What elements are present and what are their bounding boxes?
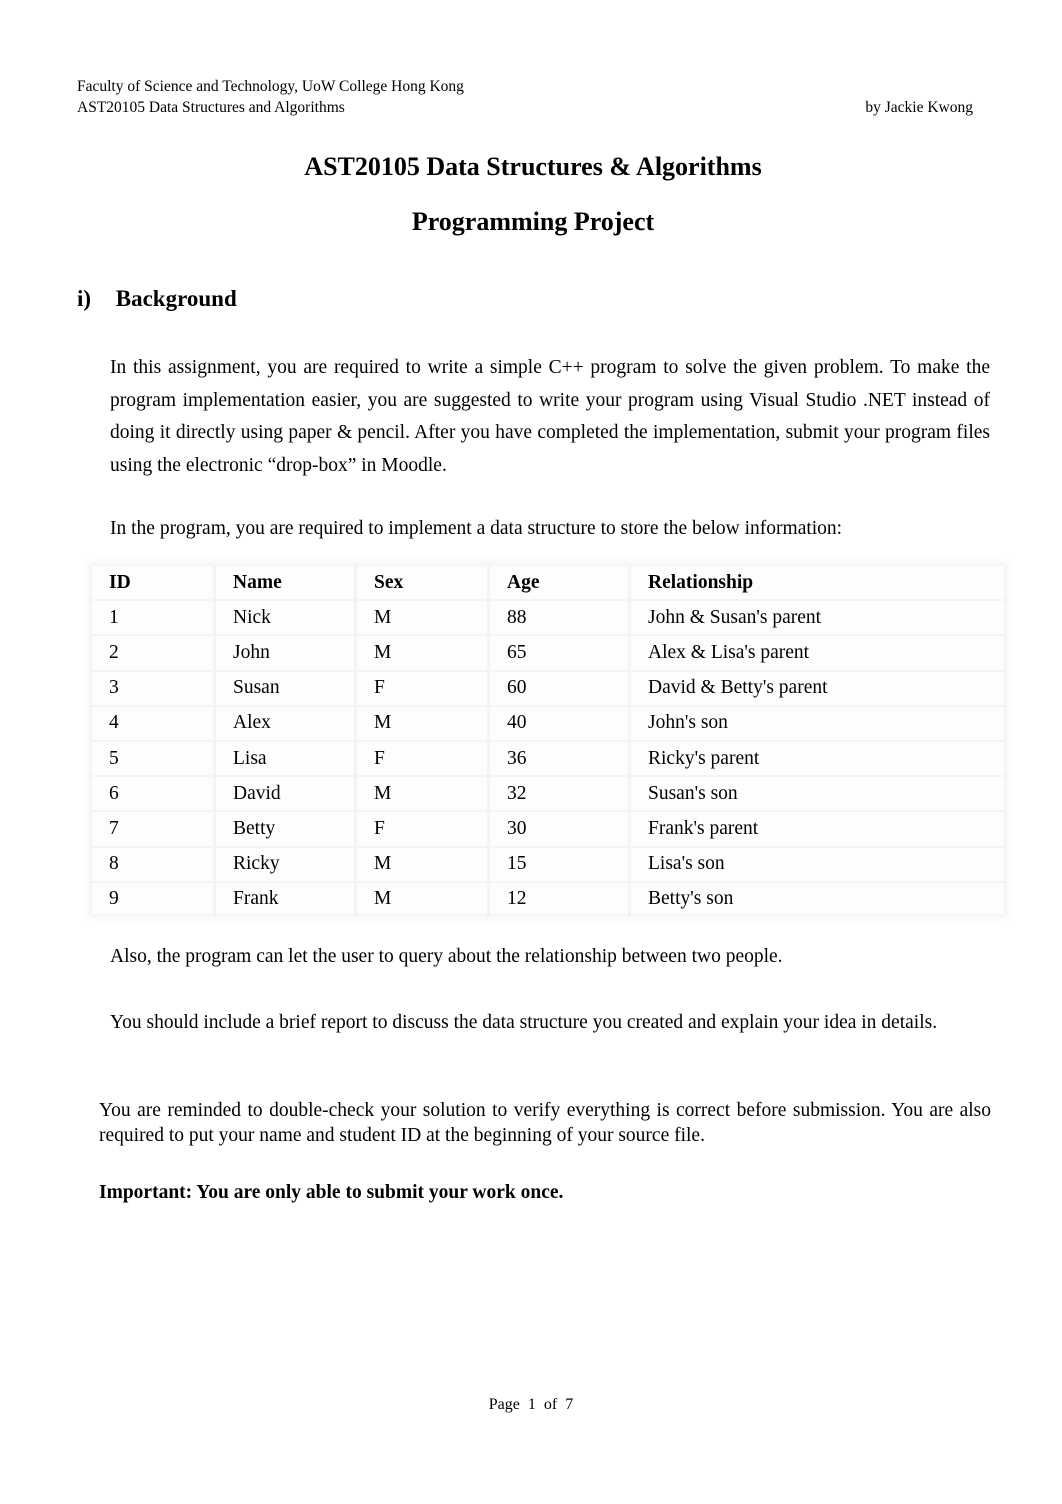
cell-name: Alex (215, 706, 356, 741)
page-header: Faculty of Science and Technology, UoW C… (77, 76, 973, 118)
cell-relationship: David & Betty's parent (630, 671, 1005, 706)
cell-age: 40 (489, 706, 630, 741)
family-table: ID Name Sex Age Relationship 1 Nick M 88 Joh… (92, 566, 1004, 914)
cell-id: 9 (92, 882, 215, 916)
cell-name: Frank (215, 882, 356, 916)
column-header-sex: Sex (356, 566, 489, 600)
cell-sex: M (356, 776, 489, 811)
cell-id: 7 (92, 811, 215, 846)
cell-sex: F (356, 811, 489, 846)
cell-id: 4 (92, 706, 215, 741)
cell-id: 5 (92, 741, 215, 776)
cell-id: 6 (92, 776, 215, 811)
cell-relationship: Frank's parent (630, 811, 1005, 846)
column-header-id: ID (92, 566, 215, 600)
cell-sex: M (356, 847, 489, 882)
table-row: 9 Frank M 12 Betty's son (92, 882, 1004, 916)
cell-id: 3 (92, 671, 215, 706)
section-heading: i) Background (77, 286, 237, 312)
cell-sex: M (356, 882, 489, 916)
cell-age: 60 (489, 671, 630, 706)
cell-name: Nick (215, 600, 356, 635)
important-notice: Important: You are only able to submit y… (99, 1182, 564, 1203)
author-name: by Jackie Kwong (865, 99, 973, 116)
cell-id: 2 (92, 635, 215, 670)
cell-name: Ricky (215, 847, 356, 882)
table-row: 8 Ricky M 15 Lisa's son (92, 847, 1004, 882)
cell-relationship: Alex & Lisa's parent (630, 635, 1005, 670)
cell-age: 15 (489, 847, 630, 882)
cell-sex: F (356, 671, 489, 706)
cell-age: 32 (489, 776, 630, 811)
table-intro-paragraph: In the program, you are required to impl… (110, 518, 843, 539)
table-row: 4 Alex M 40 John's son (92, 706, 1004, 741)
section-title: Background (115, 286, 237, 311)
cell-relationship: John & Susan's parent (630, 600, 1005, 635)
table-row: 1 Nick M 88 John & Susan's parent (92, 600, 1004, 635)
table-header-row: ID Name Sex Age Relationship (92, 566, 1004, 600)
table-row: 7 Betty F 30 Frank's parent (92, 811, 1004, 846)
cell-id: 8 (92, 847, 215, 882)
reminder-paragraph: You are reminded to double-check your so… (99, 1100, 991, 1146)
table-row: 3 Susan F 60 David & Betty's parent (92, 671, 1004, 706)
course-name: AST20105 Data Structures and Algorithms (77, 99, 345, 116)
column-header-age: Age (489, 566, 630, 600)
section-number: i) (77, 286, 92, 311)
report-paragraph: You should include a brief report to dis… (110, 1012, 938, 1033)
cell-sex: M (356, 635, 489, 670)
cell-age: 12 (489, 882, 630, 916)
cell-relationship: Betty's son (648, 888, 734, 910)
cell-sex: M (356, 600, 489, 635)
cell-name: Lisa (215, 741, 356, 776)
cell-relationship: Lisa's son (630, 847, 1005, 882)
cell-sex: M (356, 706, 489, 741)
column-header-name: Name (215, 566, 356, 600)
cell-age: 30 (489, 811, 630, 846)
cell-name: Susan (215, 671, 356, 706)
cell-relationship: Ricky's parent (630, 741, 1005, 776)
cell-name: Betty (215, 811, 356, 846)
table-row: 5 Lisa F 36 Ricky's parent (92, 741, 1004, 776)
cell-age: 88 (489, 600, 630, 635)
cell-age: 36 (489, 741, 630, 776)
table-row: 6 David M 32 Susan's son (92, 776, 1004, 811)
page-number: Page 1 of 7 (488, 1396, 574, 1413)
cell-relationship: John's son (630, 706, 1005, 741)
cell-relationship: Susan's son (630, 776, 1005, 811)
cell-name: David (215, 776, 356, 811)
query-paragraph: Also, the program can let the user to qu… (110, 946, 783, 967)
cell-name: John (215, 635, 356, 670)
institution-name: Faculty of Science and Technology, UoW C… (77, 78, 464, 95)
document-subtitle: Programming Project (411, 207, 655, 236)
cell-age: 65 (489, 635, 630, 670)
document-title: AST20105 Data Structures & Algorithms (304, 152, 762, 181)
table-row: 2 John M 65 Alex & Lisa's parent (92, 635, 1004, 670)
column-header-relationship: Relationship (630, 566, 1005, 600)
cell-sex: F (356, 741, 489, 776)
cell-id: 1 (92, 600, 215, 635)
intro-paragraph: In this assignment, you are required to … (110, 357, 990, 476)
